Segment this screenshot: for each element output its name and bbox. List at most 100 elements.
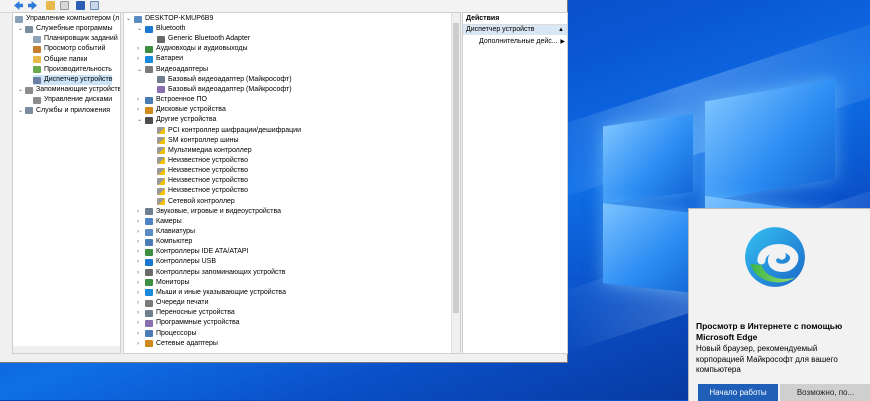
expand-toggle-icon[interactable]: › (137, 44, 139, 54)
collapse-up-icon[interactable]: ▲ (558, 25, 564, 35)
back-arrow-icon[interactable] (14, 1, 23, 10)
device-item[interactable]: Generic Bluetooth Adapter (157, 34, 250, 44)
device-category-icon (145, 228, 153, 236)
expand-toggle-icon[interactable]: › (137, 105, 139, 115)
device-item[interactable]: Мультимедиа контроллер (157, 146, 252, 156)
more-actions-item[interactable]: Дополнительные дейс... ▶ (479, 37, 565, 47)
expand-toggle-icon[interactable]: › (137, 237, 139, 247)
device-label: Мультимедиа контроллер (168, 146, 252, 154)
expand-toggle-icon[interactable]: ⌄ (18, 24, 23, 34)
console-tree-item[interactable]: Управление дисками (33, 95, 112, 105)
device-category[interactable]: Другие устройства (145, 115, 216, 125)
device-category[interactable]: Клавиатуры (145, 227, 195, 237)
device-category[interactable]: Bluetooth (145, 24, 186, 34)
expand-toggle-icon[interactable]: › (137, 298, 139, 308)
expand-toggle-icon[interactable]: › (137, 54, 139, 64)
expand-toggle-icon[interactable]: › (137, 308, 139, 318)
device-item[interactable]: Неизвестное устройство (157, 166, 248, 176)
start-button[interactable]: Начало работы (698, 384, 778, 401)
expand-toggle-icon[interactable]: › (137, 247, 139, 257)
console-tree-item[interactable]: Службы и приложения (25, 106, 110, 116)
tree-root-computer-management[interactable]: Управление компьютером (л (15, 14, 119, 24)
expand-toggle-icon[interactable]: › (137, 95, 139, 105)
device-item[interactable]: PCI контроллер шифрации/дешифрации (157, 126, 301, 136)
device-category[interactable]: Сетевые адаптеры (145, 339, 218, 349)
device-category[interactable]: Батареи (145, 54, 183, 64)
device-category[interactable]: Компьютер (145, 237, 192, 247)
expand-toggle-icon[interactable]: › (137, 268, 139, 278)
collapse-toggle-icon[interactable]: ⌄ (137, 65, 142, 75)
collapse-root-icon[interactable]: ⌄ (126, 14, 131, 24)
console-tree-item[interactable]: Служебные программы (25, 24, 113, 34)
window-edge-marker (0, 16, 8, 46)
properties-icon[interactable] (60, 1, 69, 10)
device-item[interactable]: SM контроллер шины (157, 136, 239, 146)
device-tree-pane[interactable]: ⌄ DESKTOP-KMUP6B9 ⌄ Bluetooth Generic Blue… (123, 12, 461, 354)
device-category[interactable]: Контроллеры USB (145, 257, 216, 267)
expand-toggle-icon[interactable]: › (137, 207, 139, 217)
device-category-icon (145, 340, 153, 348)
expand-toggle-icon[interactable]: › (137, 339, 139, 349)
device-category-icon (145, 330, 153, 337)
device-category-icon (145, 269, 153, 277)
forward-arrow-icon[interactable] (28, 1, 37, 10)
console-tree-item[interactable]: Просмотр событий (33, 44, 105, 54)
device-item[interactable]: Базовый видеоадаптер (Майкрософт) (157, 85, 292, 95)
device-category-icon (145, 96, 153, 104)
device-category[interactable]: Процессоры (145, 329, 197, 339)
scrollbar-thumb[interactable] (453, 23, 459, 313)
expand-toggle-icon[interactable]: › (137, 217, 139, 227)
collapse-toggle-icon[interactable]: ⌄ (137, 24, 142, 34)
device-category[interactable]: Камеры (145, 217, 182, 227)
device-category[interactable]: Контроллеры запоминающих устройств (145, 268, 286, 278)
expand-toggle-icon[interactable]: › (137, 257, 139, 267)
device-tree-root[interactable]: DESKTOP-KMUP6B9 (134, 14, 213, 24)
expand-toggle-icon[interactable]: › (137, 329, 139, 339)
console-tree-item[interactable]: Производительность (33, 65, 112, 75)
device-item[interactable]: Неизвестное устройство (157, 186, 248, 196)
device-category[interactable]: Дисковые устройства (145, 105, 226, 115)
console-icon[interactable] (90, 1, 99, 10)
expand-toggle-icon[interactable]: ⌄ (18, 85, 23, 95)
edge-notification-toast[interactable]: Просмотр в Интернете с помощью Microsoft… (688, 208, 870, 401)
folder-up-icon[interactable] (46, 1, 55, 10)
device-category[interactable]: Видеоадаптеры (145, 65, 208, 75)
device-item[interactable]: Неизвестное устройство (157, 156, 248, 166)
device-label: Контроллеры запоминающих устройств (156, 268, 286, 276)
expand-toggle-icon[interactable]: › (137, 288, 139, 298)
device-item[interactable]: Неизвестное устройство (157, 176, 248, 186)
console-tree-label: Службы и приложения (36, 106, 111, 114)
help-icon[interactable] (76, 1, 85, 10)
device-category[interactable]: Мониторы (145, 278, 190, 288)
device-category[interactable]: Встроенное ПО (145, 95, 207, 105)
clock-icon (33, 35, 41, 43)
device-category[interactable]: Мыши и иные указывающие устройства (145, 288, 286, 298)
expand-toggle-icon[interactable]: › (137, 227, 139, 237)
console-tree-item[interactable]: Общие папки (33, 55, 87, 65)
device-category-icon (145, 319, 153, 327)
console-tree-pane[interactable]: Управление компьютером (л ⌄ Служебные про… (12, 12, 121, 354)
expand-toggle-icon[interactable]: › (137, 278, 139, 288)
tools-icon (25, 25, 33, 33)
device-category[interactable]: Аудиовходы и аудиовыходы (145, 44, 248, 54)
console-tree-item[interactable]: Планировщик заданий (33, 34, 118, 44)
maybe-later-button[interactable]: Возможно, по... (780, 384, 870, 401)
console-tree-item[interactable]: Диспетчер устройств (33, 75, 113, 85)
collapse-toggle-icon[interactable]: ⌄ (137, 115, 142, 125)
device-category[interactable]: Очереди печати (145, 298, 209, 308)
vertical-scrollbar[interactable] (451, 13, 460, 353)
console-tree-item[interactable]: Запоминающие устройства (25, 85, 120, 95)
toast-title: Просмотр в Интернете с помощью Microsoft… (696, 321, 843, 342)
unknown-device-warning-icon (157, 147, 165, 155)
actions-section-device-manager[interactable]: Диспетчер устройств ▲ (463, 25, 567, 35)
expand-toggle-icon[interactable]: › (137, 318, 139, 328)
device-category[interactable]: Программные устройства (145, 318, 240, 328)
device-item[interactable]: Сетевой контроллер (157, 197, 235, 207)
device-category[interactable]: Переносные устройства (145, 308, 235, 318)
horizontal-scrollbar[interactable] (13, 346, 120, 353)
device-label: Контроллеры USB (156, 258, 216, 266)
device-item[interactable]: Базовый видеоадаптер (Майкрософт) (157, 75, 292, 85)
device-category[interactable]: Звуковые, игровые и видеоустройства (145, 207, 281, 217)
expand-toggle-icon[interactable]: ⌄ (18, 106, 23, 116)
device-category[interactable]: Контроллеры IDE ATA/ATAPI (145, 247, 249, 257)
